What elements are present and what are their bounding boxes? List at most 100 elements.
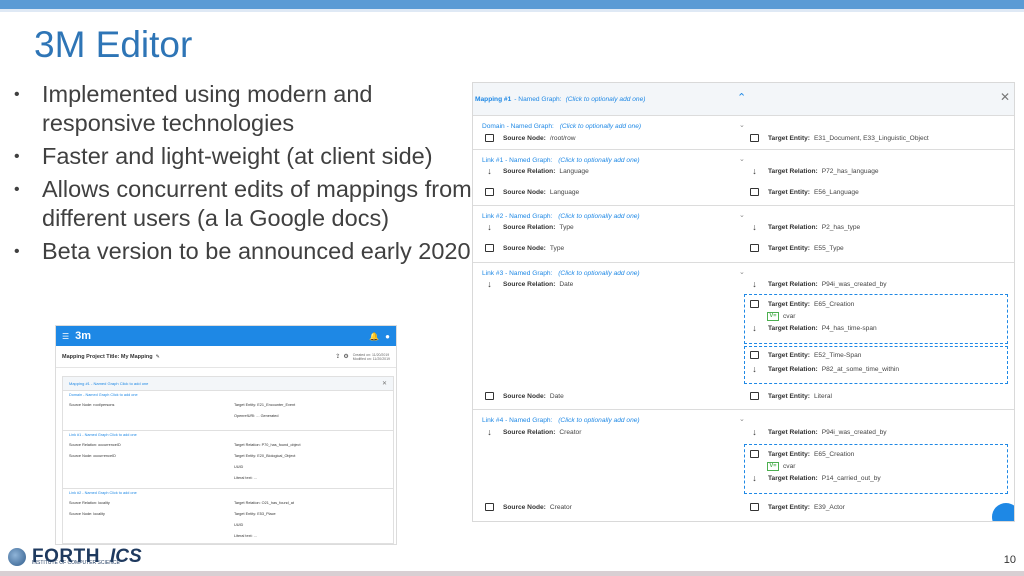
project-title-row: Mapping Project Title: My Mapping ✎ ⇪ ⚙ … [56, 346, 396, 368]
bullet-item: Beta version to be announced early 2020 [14, 237, 474, 266]
intermediate-entity-value: E65_Creation [814, 300, 855, 308]
target-entity-checkbox[interactable] [750, 134, 759, 142]
gear-icon[interactable]: ⚙ [343, 353, 348, 360]
arrow-down-icon: ↓ [752, 222, 757, 232]
upload-icon[interactable]: ⇪ [335, 353, 340, 360]
link2-block: Link #2 - Named Graph Click to add one S… [63, 489, 393, 544]
target-relation-key: Target Relation: [768, 280, 818, 288]
target-entity: Target Entity: E20_Biological_Object [234, 453, 296, 458]
target-entity-checkbox[interactable] [750, 392, 759, 400]
link1-block: Link #1 - Named Graph Click to add one S… [63, 431, 393, 489]
source-node-key: Source Node: [503, 503, 546, 511]
named-graph-hint[interactable]: (Click to optionaly add one) [566, 96, 646, 103]
variable-name: cvar [783, 313, 796, 320]
link4-section: Link #4 - Named Graph: (Click to optiona… [473, 410, 1014, 520]
source-relation-key: Source Relation: [503, 280, 556, 288]
intermediate-entity-checkbox[interactable] [750, 300, 759, 308]
close-icon[interactable]: ✕ [382, 380, 387, 387]
link2-section: Link #2 - Named Graph: (Click to optiona… [473, 206, 1014, 263]
notification-bell-icon[interactable]: 🔔 [369, 332, 379, 341]
block-header[interactable]: Link #2 - Named Graph Click to add one [69, 491, 387, 495]
target-entity-value: Literal [814, 392, 832, 400]
source-relation: Source Relation: locality [69, 500, 110, 505]
link3-section: Link #3 - Named Graph: (Click to optiona… [473, 263, 1014, 410]
small-editor-screenshot: ☰ 3m 🔔 ● Mapping Project Title: My Mappi… [55, 325, 397, 545]
intermediate-entity-key: Target Entity: [768, 300, 811, 308]
block-header[interactable]: Link #1 - Named Graph Click to add one [69, 433, 387, 437]
uuid-generator: UUID [234, 464, 244, 469]
edit-pencil-icon[interactable]: ✎ [156, 354, 160, 360]
chevron-down-icon[interactable]: ⌄ [739, 268, 745, 276]
app-toolbar: ☰ 3m 🔔 ● [56, 326, 396, 346]
target-entity-key: Target Entity: [768, 503, 811, 511]
block-header[interactable]: Domain - Named Graph Click to add one [69, 393, 387, 397]
named-graph-hint[interactable]: (Click to optionally add one) [560, 123, 641, 130]
link-label: Link #4 [482, 417, 504, 424]
source-relation-key: Source Relation: [503, 223, 556, 231]
uuid-generator: UUID [234, 522, 244, 527]
bullet-item: Implemented using modern and responsive … [14, 80, 474, 138]
source-node-key: Source Node: [503, 244, 546, 252]
source-node-checkbox[interactable] [485, 503, 494, 511]
source-node-value: Language [549, 188, 580, 196]
intermediate-relation-value: P14_carried_out_by [821, 474, 881, 482]
mapping-header[interactable]: Mapping #1 - Named Graph: (Click to opti… [473, 83, 1014, 116]
arrow-down-icon: ↓ [752, 473, 757, 483]
intermediate-relation-key: Target Relation: [768, 324, 818, 332]
top-accent-bar-light [0, 9, 1024, 12]
top-accent-bar [0, 0, 1024, 9]
chevron-down-icon[interactable]: ⌄ [739, 155, 745, 163]
source-node: Source Node: locality [69, 511, 105, 516]
source-node-checkbox[interactable] [485, 392, 494, 400]
target-entity-checkbox[interactable] [750, 188, 759, 196]
user-avatar-icon[interactable]: ● [385, 332, 390, 341]
bottom-accent-bar [0, 571, 1024, 576]
bullet-list: Implemented using modern and responsive … [14, 80, 474, 270]
source-node-checkbox[interactable] [485, 244, 494, 252]
source-node-value: Type [549, 244, 565, 252]
hamburger-menu-icon[interactable]: ☰ [62, 332, 69, 341]
target-entity-checkbox[interactable] [750, 244, 759, 252]
variable-name: cvar [783, 463, 796, 470]
link-label: Link #1 [482, 157, 504, 164]
slide: 3M Editor Implemented using modern and r… [0, 0, 1024, 576]
intermediate-entity-key: Target Entity: [768, 351, 811, 359]
link-label: Link #2 [482, 213, 504, 220]
chevron-down-icon[interactable]: ⌄ [739, 121, 745, 129]
target-entity-checkbox[interactable] [750, 503, 759, 511]
named-graph-label: - Named Graph: [514, 95, 562, 103]
arrow-down-icon: ↓ [487, 222, 492, 232]
logo-subtitle: INSTITUTE OF COMPUTER SCIENCE [32, 560, 120, 566]
source-node-key: Source Node: [503, 188, 546, 196]
intermediate-entity-value: E65_Creation [814, 450, 855, 458]
intermediate-entity-checkbox[interactable] [750, 450, 759, 458]
source-node-checkbox[interactable] [485, 134, 494, 142]
source-node-key: Source Node: [503, 134, 546, 142]
intermediate-relation-value: P82_at_some_time_within [821, 365, 900, 373]
bullet-item: Faster and light-weight (at client side) [14, 142, 474, 171]
chevron-down-icon[interactable]: ⌄ [739, 415, 745, 423]
arrow-down-icon: ↓ [752, 364, 757, 374]
target-entity: Target Entity: E21_Encounter_Event [234, 402, 296, 407]
mapping-header[interactable]: Mapping #1 - Named Graph Click to add on… [63, 377, 393, 391]
target-relation-value: P2_has_type [821, 223, 861, 231]
target-relation-key: Target Relation: [768, 428, 818, 436]
source-relation-value: Creator [559, 428, 582, 436]
source-node: Source Node: root/persons [69, 402, 115, 407]
target-entity-value: E55_Type [814, 244, 844, 252]
source-relation-key: Source Relation: [503, 428, 556, 436]
named-graph-hint[interactable]: (Click to optionally add one) [558, 213, 639, 220]
source-node-value: Date [549, 392, 564, 400]
link-label: Link #3 [482, 270, 504, 277]
target-entity-value: E56_Language [814, 188, 859, 196]
named-graph-hint[interactable]: (Click to optionally add one) [558, 157, 639, 164]
named-graph-hint[interactable]: (Click to optionally add one) [558, 270, 639, 277]
named-graph-hint[interactable]: (Click to optionally add one) [558, 417, 639, 424]
floating-action-button[interactable] [992, 503, 1014, 521]
intermediate-entity-checkbox[interactable] [750, 351, 759, 359]
source-node-checkbox[interactable] [485, 188, 494, 196]
close-icon[interactable]: ✕ [1000, 90, 1010, 104]
mapping-panel: Mapping #1 - Named Graph Click to add on… [62, 376, 394, 544]
chevron-down-icon[interactable]: ⌄ [739, 211, 745, 219]
chevron-up-icon[interactable]: ⌃ [737, 91, 746, 104]
